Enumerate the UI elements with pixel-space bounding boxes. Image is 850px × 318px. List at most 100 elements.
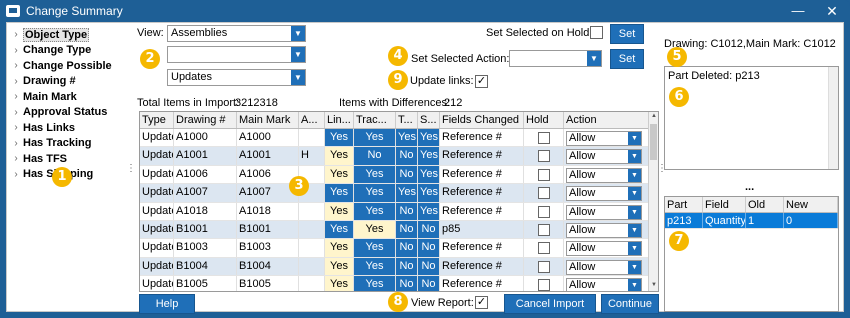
cell-t[interactable]: No — [396, 147, 418, 165]
column-header[interactable]: Action — [564, 112, 650, 128]
hold-row-checkbox[interactable] — [537, 168, 550, 181]
cell-t[interactable]: Yes — [396, 129, 418, 147]
cell-fields[interactable]: Reference # — [440, 276, 524, 291]
hold-row-checkbox[interactable] — [537, 150, 550, 163]
table-row[interactable]: Update A1001 A1001 H Yes No No Yes Reference # Al… — [140, 147, 658, 166]
action-combo[interactable]: Allow ▼ — [566, 167, 642, 183]
part-cell-old[interactable]: 1 — [746, 213, 784, 228]
column-header[interactable]: S... — [418, 112, 440, 128]
column-header[interactable]: Drawing # — [174, 112, 237, 128]
tree-item[interactable]: › Approval Status — [9, 105, 125, 121]
chevron-right-icon[interactable]: › — [9, 169, 23, 180]
continue-button[interactable]: Continue — [601, 294, 659, 314]
set-action-button[interactable]: Set — [610, 49, 644, 69]
action-cell[interactable]: Allow ▼ — [564, 257, 650, 276]
cell-t[interactable]: Yes — [396, 184, 418, 202]
chevron-down-icon[interactable]: ▼ — [628, 260, 641, 274]
cell-type[interactable]: Update — [140, 129, 174, 147]
cell-s[interactable]: No — [418, 276, 440, 291]
action-combo[interactable]: Allow ▼ — [566, 186, 642, 202]
cell-t[interactable]: No — [396, 165, 418, 184]
cell-fields[interactable]: p85 — [440, 220, 524, 239]
chevron-down-icon[interactable]: ▼ — [291, 26, 305, 41]
chevron-right-icon[interactable]: › — [9, 29, 23, 40]
chevron-right-icon[interactable]: › — [9, 107, 23, 118]
cell-lin[interactable]: Yes — [325, 184, 354, 202]
cell-mark[interactable]: B1005 — [237, 276, 299, 291]
cell-mark[interactable]: A1001 — [237, 147, 299, 165]
detail-scrollbar[interactable] — [828, 67, 838, 169]
column-header[interactable]: Hold — [524, 112, 564, 128]
cell-s[interactable]: No — [418, 220, 440, 239]
change-type-combo[interactable]: Updates ▼ — [167, 69, 306, 86]
table-row[interactable]: Update B1001 B1001 Yes Yes No No p85 Allow ▼ — [140, 220, 658, 240]
hold-row-checkbox[interactable] — [537, 279, 550, 291]
action-combo[interactable]: Allow ▼ — [566, 222, 642, 238]
minimize-button[interactable]: — — [788, 2, 808, 20]
chevron-right-icon[interactable]: › — [9, 122, 23, 133]
scroll-thumb[interactable] — [650, 124, 657, 160]
chevron-right-icon[interactable]: › — [9, 91, 23, 102]
chevron-down-icon[interactable]: ▼ — [628, 279, 641, 291]
chevron-down-icon[interactable]: ▼ — [628, 242, 641, 256]
part-cell-part[interactable]: p213 — [665, 213, 703, 228]
action-cell[interactable]: Allow ▼ — [564, 202, 650, 220]
title-bar[interactable]: Change Summary — ✕ — [0, 0, 850, 22]
cell-type[interactable]: Update — [140, 257, 174, 276]
part-column-header[interactable]: Part — [665, 197, 703, 212]
grid-scrollbar[interactable]: ▲ ▼ — [648, 112, 658, 291]
column-header[interactable]: Type — [140, 112, 174, 128]
chevron-right-icon[interactable]: › — [9, 45, 23, 56]
cell-a[interactable] — [299, 239, 325, 257]
action-cell[interactable]: Allow ▼ — [564, 276, 650, 291]
cell-s[interactable]: Yes — [418, 202, 440, 220]
table-row[interactable]: Update B1004 B1004 Yes Yes No No Reference # All… — [140, 257, 658, 277]
part-column-header[interactable]: New — [784, 197, 838, 212]
cell-type[interactable]: Update — [140, 184, 174, 202]
cell-a[interactable] — [299, 129, 325, 147]
chevron-right-icon[interactable]: › — [9, 153, 23, 164]
column-header[interactable]: Trac... — [354, 112, 396, 128]
hold-cell[interactable] — [524, 165, 564, 184]
chevron-down-icon[interactable]: ▼ — [628, 150, 641, 164]
cell-trac[interactable]: Yes — [354, 276, 396, 291]
cell-type[interactable]: Update — [140, 165, 174, 184]
cell-type[interactable]: Update — [140, 202, 174, 220]
action-combo[interactable]: Allow ▼ — [566, 278, 642, 291]
tree-item[interactable]: › Change Possible — [9, 58, 125, 74]
part-column-header[interactable]: Field — [703, 197, 746, 212]
cell-fields[interactable]: Reference # — [440, 202, 524, 220]
cell-drawing[interactable]: B1003 — [174, 239, 237, 257]
cell-mark[interactable]: A1000 — [237, 129, 299, 147]
chevron-down-icon[interactable]: ▼ — [628, 168, 641, 182]
cell-t[interactable]: No — [396, 202, 418, 220]
cell-a[interactable] — [299, 276, 325, 291]
chevron-down-icon[interactable]: ▼ — [291, 47, 305, 62]
part-column-header[interactable]: Old — [746, 197, 784, 212]
action-cell[interactable]: Allow ▼ — [564, 220, 650, 239]
chevron-down-icon[interactable]: ▼ — [628, 223, 641, 237]
horizontal-splitter-icon[interactable]: ... — [745, 181, 754, 193]
left-splitter-icon[interactable]: ⋮ — [126, 163, 136, 174]
set-action-combo[interactable]: ▼ — [509, 50, 602, 67]
tree-item[interactable]: › Object Type — [9, 27, 125, 43]
table-row[interactable]: Update A1006 A1006 Yes Yes No Yes Reference # Al… — [140, 165, 658, 185]
hold-row-checkbox[interactable] — [537, 187, 550, 200]
column-header[interactable]: Lin... — [325, 112, 354, 128]
chevron-down-icon[interactable]: ▼ — [628, 132, 641, 145]
scroll-up-icon[interactable]: ▲ — [649, 113, 658, 123]
cell-fields[interactable]: Reference # — [440, 239, 524, 257]
cell-s[interactable]: Yes — [418, 184, 440, 202]
action-cell[interactable]: Allow ▼ — [564, 239, 650, 257]
cell-lin[interactable]: Yes — [325, 129, 354, 147]
hold-checkbox[interactable] — [590, 26, 603, 39]
part-cell-new[interactable]: 0 — [784, 213, 838, 228]
hold-cell[interactable] — [524, 276, 564, 291]
chevron-down-icon[interactable]: ▼ — [291, 70, 305, 85]
hold-cell[interactable] — [524, 129, 564, 147]
tree-item[interactable]: › Has Tracking — [9, 136, 125, 152]
view-report-checkbox[interactable]: ✓ — [475, 296, 488, 309]
cell-t[interactable]: No — [396, 257, 418, 276]
tree-item[interactable]: › Main Mark — [9, 89, 125, 105]
action-combo[interactable]: Allow ▼ — [566, 204, 642, 220]
